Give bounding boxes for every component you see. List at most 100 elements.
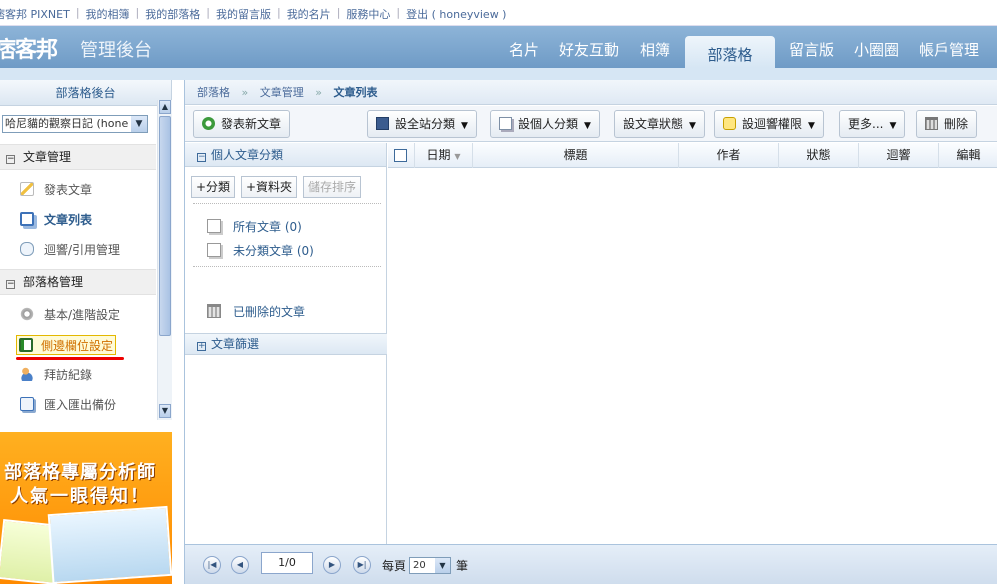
section-label: 部落格管理 bbox=[23, 275, 84, 289]
ad-subheadline: 人氣一眼得知！ bbox=[10, 486, 150, 507]
header-bar: 痞客邦 管理後台 名片 好友互動 相簿 部落格 留言版 小圈圈 帳戶管理 bbox=[0, 26, 997, 68]
blog-select[interactable]: 哈尼貓的觀察日記 (hone ▼ bbox=[2, 115, 148, 133]
nav-separator: | bbox=[135, 6, 140, 19]
collapse-icon[interactable]: − bbox=[6, 280, 15, 289]
breadcrumb-separator: » bbox=[315, 86, 322, 99]
save-order-button[interactable]: 儲存排序 bbox=[303, 176, 362, 198]
topnav-link[interactable]: 我的名片 bbox=[287, 6, 331, 22]
topnav-link[interactable]: 我的相簿 bbox=[86, 6, 130, 22]
trash-icon bbox=[207, 304, 221, 318]
comment-permission-button[interactable]: 設迴響權限 ▼ bbox=[714, 110, 824, 138]
sidebar-item-basic-settings[interactable]: 基本/進階設定 bbox=[20, 305, 120, 325]
topnav-link[interactable]: 痞客邦 PIXNET bbox=[0, 6, 70, 22]
comment-icon bbox=[723, 117, 736, 130]
breadcrumb: 部落格 » 文章管理 » 文章列表 bbox=[185, 80, 997, 105]
nav-separator: | bbox=[75, 6, 80, 19]
topnav-link[interactable]: 服務中心 bbox=[346, 6, 390, 22]
select-all-checkbox[interactable] bbox=[394, 149, 407, 162]
add-category-button[interactable]: +分類 bbox=[191, 176, 236, 198]
tab-guestbook[interactable]: 留言版 bbox=[789, 39, 834, 60]
sidebar-item-label: 文章列表 bbox=[44, 213, 93, 227]
category-uncategorized[interactable]: 未分類文章 (0) bbox=[207, 242, 314, 260]
collapse-icon[interactable]: − bbox=[197, 153, 206, 162]
column-author[interactable]: 作者 bbox=[678, 143, 778, 168]
site-category-button[interactable]: 設全站分類 ▼ bbox=[367, 110, 477, 138]
tab-circles[interactable]: 小圈圈 bbox=[854, 39, 899, 60]
collapse-icon[interactable]: − bbox=[6, 155, 15, 164]
toolbar: 發表新文章 設全站分類 ▼ 設個人分類 ▼ 設文章狀態 ▼ 設迴響權限 ▼ 更多... ▼… bbox=[185, 106, 997, 142]
next-page-icon[interactable]: ▶ bbox=[323, 556, 341, 574]
column-title[interactable]: 標題 bbox=[472, 143, 678, 168]
ad-headline: 部落格專屬分析師 bbox=[4, 462, 156, 483]
main-panel: 部落格 » 文章管理 » 文章列表 發表新文章 設全站分類 ▼ 設個人分類 ▼ 設文… bbox=[184, 80, 997, 584]
caret-down-icon: ▼ bbox=[808, 121, 815, 131]
analytics-ad-banner[interactable]: 部落格專屬分析師 人氣一眼得知！ bbox=[0, 432, 172, 584]
first-page-icon[interactable]: |◀ bbox=[203, 556, 221, 574]
sidebar-item-backup[interactable]: 匯入匯出備份 bbox=[20, 395, 116, 415]
sidebar-scrollbar[interactable]: ▲ ▼ bbox=[157, 100, 172, 420]
topnav-link[interactable]: 我的留言版 bbox=[216, 6, 271, 22]
caret-down-icon: ▼ bbox=[461, 121, 468, 131]
column-edit[interactable]: 編輯 bbox=[938, 143, 997, 168]
caret-down-icon: ▼ bbox=[889, 121, 897, 131]
sidebar-item-post-list[interactable]: 文章列表 bbox=[20, 210, 92, 230]
last-page-icon[interactable]: ▶| bbox=[353, 556, 371, 574]
section-blog-management[interactable]: − 部落格管理 bbox=[0, 269, 156, 295]
tab-friends[interactable]: 好友互動 bbox=[559, 39, 619, 60]
backup-icon bbox=[20, 397, 34, 411]
nav-separator: | bbox=[336, 6, 341, 19]
tab-business-card[interactable]: 名片 bbox=[509, 39, 539, 60]
pages-icon bbox=[20, 212, 34, 226]
category-all-posts[interactable]: 所有文章 (0) bbox=[207, 218, 302, 236]
new-post-button[interactable]: 發表新文章 bbox=[193, 110, 291, 138]
section-post-management[interactable]: − 文章管理 bbox=[0, 144, 156, 170]
post-filter-label: 文章篩選 bbox=[211, 337, 260, 351]
chevron-down-icon[interactable]: ▼ bbox=[131, 116, 147, 132]
sidebar-item-new-post[interactable]: 發表文章 bbox=[20, 180, 92, 200]
prev-page-icon[interactable]: ◀ bbox=[231, 556, 249, 574]
breadcrumb-link[interactable]: 文章管理 bbox=[260, 86, 304, 99]
breadcrumb-link[interactable]: 部落格 bbox=[197, 86, 230, 99]
column-date[interactable]: 日期 ▼ bbox=[414, 143, 472, 168]
tab-albums[interactable]: 相簿 bbox=[640, 39, 670, 60]
button-label: 設個人分類 bbox=[518, 117, 579, 131]
sidebar-item-sidebar-settings[interactable]: 側邊欄位設定 bbox=[16, 335, 117, 355]
page-number-input[interactable]: 1/0 bbox=[261, 552, 313, 574]
category-pane: − 個人文章分類 +分類 +資料夾 儲存排序 所有文章 (0) 未分類文章 (0)… bbox=[185, 143, 387, 584]
button-label: 更多... bbox=[848, 117, 884, 131]
pages-icon bbox=[499, 117, 512, 130]
chevron-down-icon[interactable]: ▼ bbox=[435, 558, 450, 573]
personal-category-button[interactable]: 設個人分類 ▼ bbox=[490, 110, 600, 138]
nav-separator: | bbox=[396, 6, 401, 19]
topnav-link[interactable]: 我的部落格 bbox=[145, 6, 200, 22]
topnav-link[interactable]: 登出 ( honeyview ) bbox=[406, 6, 506, 22]
scrollbar-thumb[interactable] bbox=[159, 116, 171, 336]
category-pane-header[interactable]: − 個人文章分類 bbox=[185, 143, 386, 167]
ad-chart-graphic bbox=[47, 505, 172, 584]
pages-icon bbox=[207, 243, 221, 257]
site-logo[interactable]: 痞客邦 bbox=[0, 32, 58, 64]
nav-separator: | bbox=[206, 6, 210, 19]
tab-account[interactable]: 帳戶管理 bbox=[919, 39, 979, 60]
per-page-select[interactable]: 20 ▼ bbox=[409, 557, 451, 574]
delete-button[interactable]: 刪除 bbox=[916, 110, 978, 138]
post-status-button[interactable]: 設文章狀態 ▼ bbox=[614, 110, 705, 138]
sidebar-item-visit-log[interactable]: 拜訪紀錄 bbox=[20, 365, 92, 385]
section-label: 文章管理 bbox=[23, 150, 72, 164]
category-deleted[interactable]: 已刪除的文章 bbox=[207, 303, 305, 321]
sidebar-item-comments[interactable]: 迴響/引用管理 bbox=[20, 240, 120, 260]
pencil-icon bbox=[20, 182, 34, 196]
more-button[interactable]: 更多... ▼ bbox=[839, 110, 906, 138]
tab-blog[interactable]: 部落格 bbox=[685, 36, 775, 68]
sidebar-item-label: 拜訪紀錄 bbox=[44, 368, 93, 382]
post-filter-header[interactable]: + 文章篩選 bbox=[185, 333, 387, 355]
sidebar-item-label: 發表文章 bbox=[44, 183, 93, 197]
grid-header: 日期 ▼ 標題 作者 狀態 迴響 編輯 bbox=[388, 143, 997, 168]
chevron-up-icon[interactable]: ▲ bbox=[159, 100, 171, 114]
column-status[interactable]: 狀態 bbox=[778, 143, 858, 168]
chevron-down-icon[interactable]: ▼ bbox=[159, 404, 171, 418]
column-comments[interactable]: 迴響 bbox=[858, 143, 938, 168]
expand-icon[interactable]: + bbox=[197, 342, 206, 351]
add-folder-button[interactable]: +資料夾 bbox=[241, 176, 298, 198]
sidebar-item-label: 迴響/引用管理 bbox=[44, 243, 121, 257]
